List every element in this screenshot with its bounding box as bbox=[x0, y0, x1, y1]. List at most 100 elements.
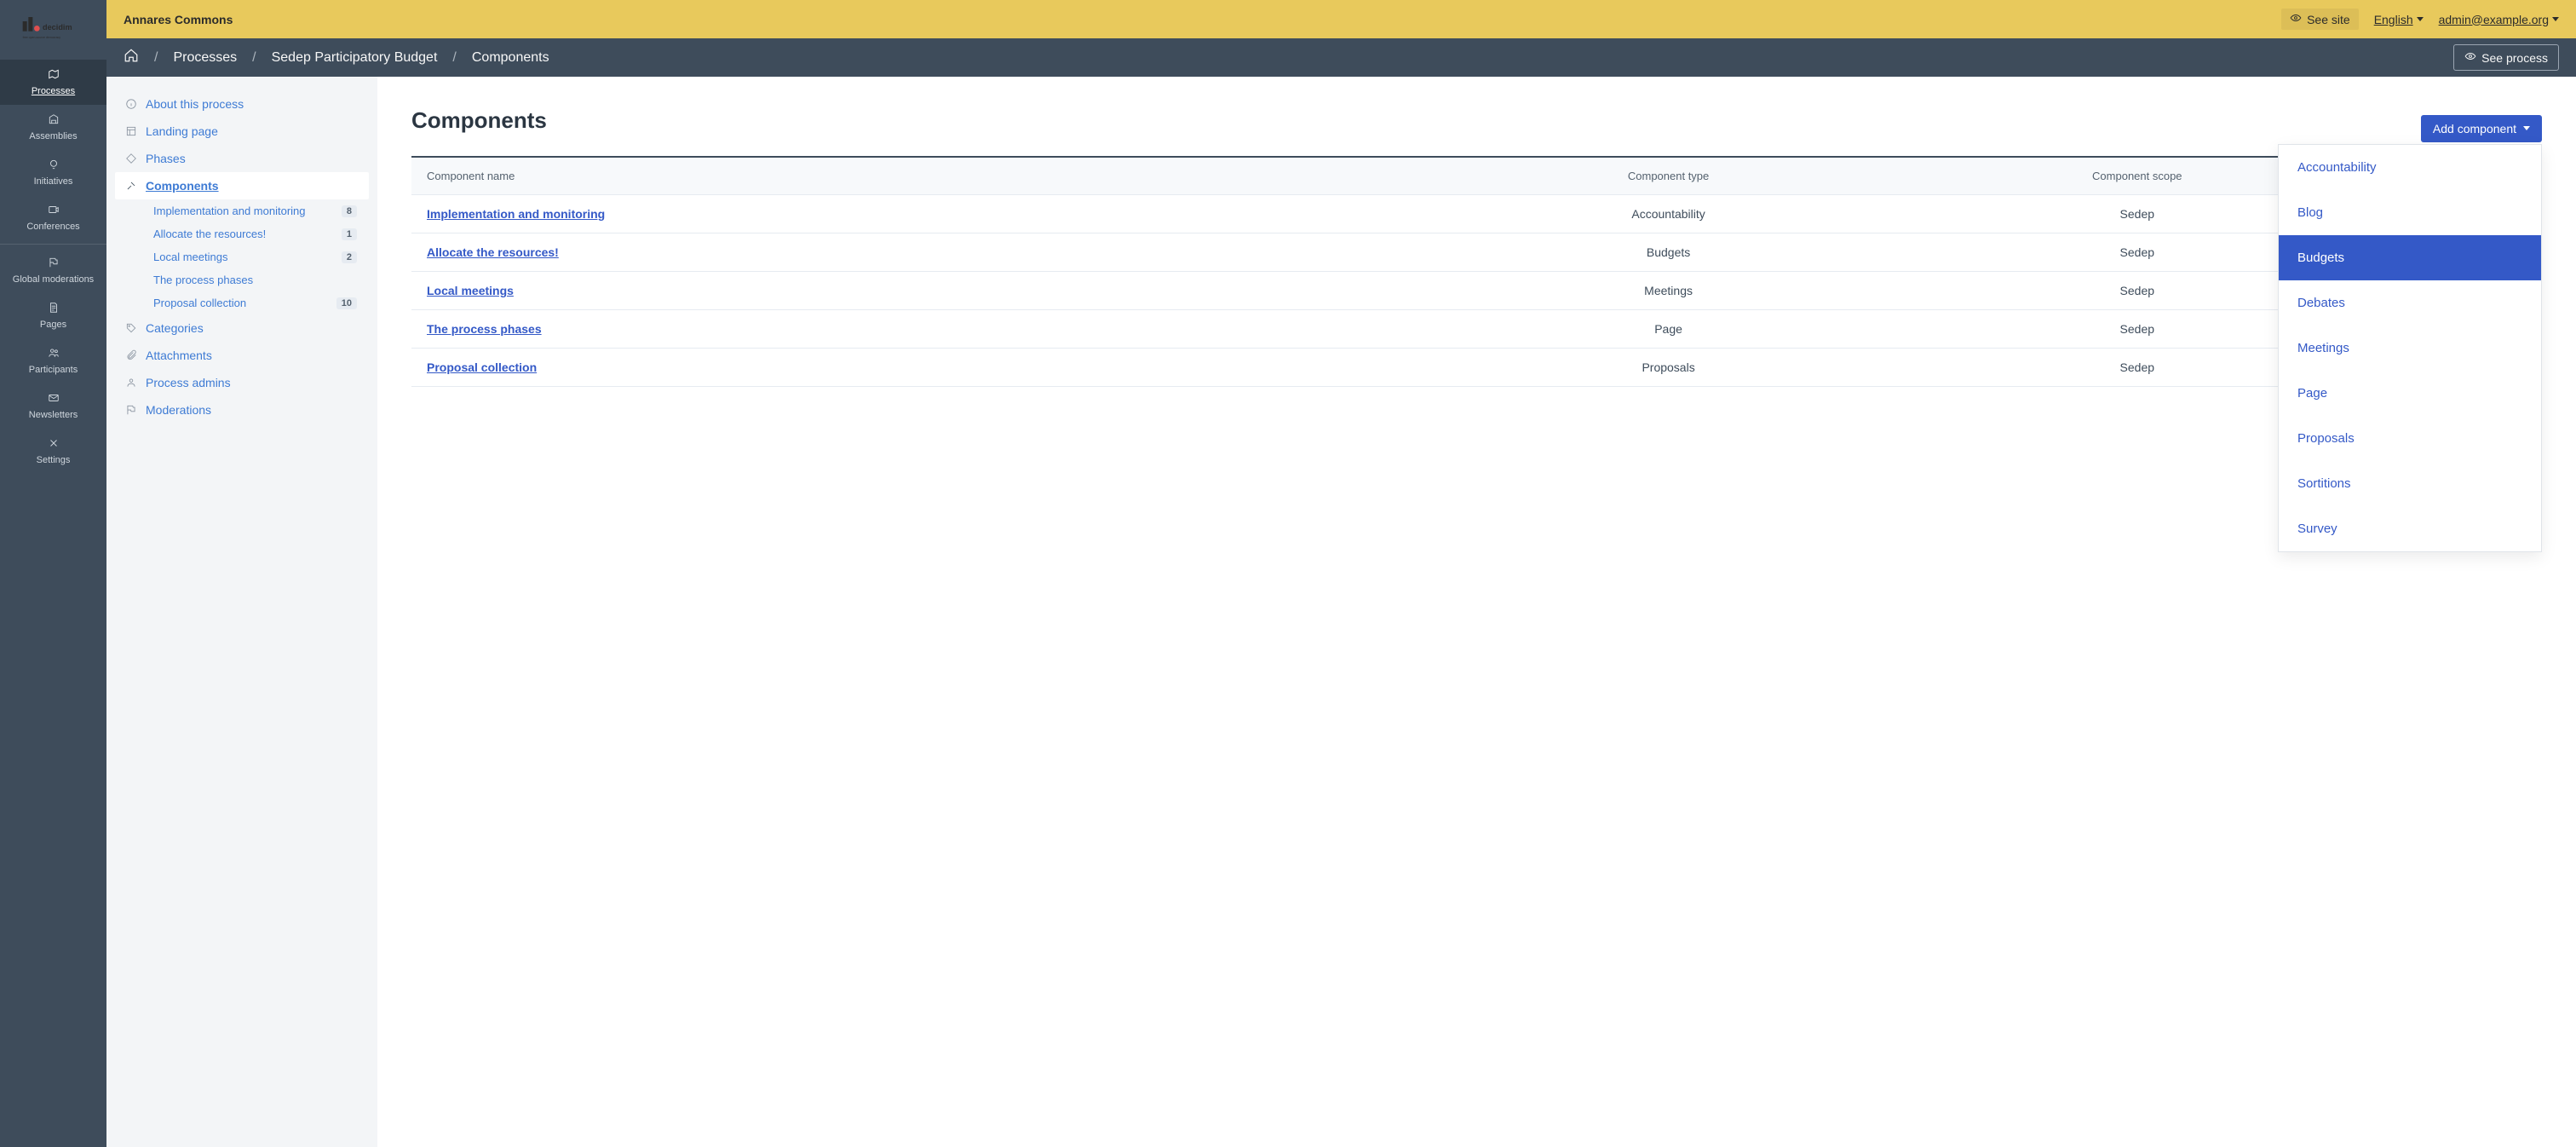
sidebar-label: Attachments bbox=[146, 349, 212, 362]
nav-global-moderations[interactable]: Global moderations bbox=[0, 248, 106, 293]
dropdown-survey[interactable]: Survey bbox=[2279, 506, 2541, 551]
breadcrumb-process-name[interactable]: Sedep Participatory Budget bbox=[272, 50, 438, 66]
sidebar-label: Components bbox=[146, 179, 219, 193]
svg-text:free open-source democracy: free open-source democracy bbox=[23, 36, 61, 39]
dropdown-accountability[interactable]: Accountability bbox=[2279, 145, 2541, 190]
table-row: Proposal collection Proposals Sedep bbox=[411, 349, 2542, 387]
sidebar-landing-page[interactable]: Landing page bbox=[115, 118, 369, 145]
user-menu[interactable]: admin@example.org bbox=[2439, 13, 2559, 26]
sidebar-components[interactable]: Components bbox=[115, 172, 369, 199]
nav-conferences[interactable]: Conferences bbox=[0, 195, 106, 240]
dropdown-debates[interactable]: Debates bbox=[2279, 280, 2541, 326]
nav-label: Settings bbox=[37, 455, 71, 465]
logo[interactable]: decidim free open-source democracy bbox=[0, 9, 106, 60]
puzzle-icon bbox=[125, 180, 137, 192]
sidebar-moderations[interactable]: Moderations bbox=[115, 396, 369, 424]
sidebar-label: Process admins bbox=[146, 376, 231, 389]
building-icon bbox=[48, 113, 60, 128]
sublink-label: Allocate the resources! bbox=[153, 228, 266, 240]
component-type: Page bbox=[1434, 310, 1902, 349]
sidebar-phases[interactable]: Phases bbox=[115, 145, 369, 172]
file-icon bbox=[48, 302, 60, 316]
see-site-button[interactable]: See site bbox=[2281, 9, 2359, 30]
sublink-implementation[interactable]: Implementation and monitoring 8 bbox=[128, 199, 369, 222]
nav-label: Assemblies bbox=[29, 131, 77, 141]
nav-initiatives[interactable]: Initiatives bbox=[0, 150, 106, 195]
nav-label: Pages bbox=[40, 320, 66, 330]
sidebar-label: Phases bbox=[146, 152, 186, 165]
dropdown-blog[interactable]: Blog bbox=[2279, 190, 2541, 235]
flag-icon bbox=[125, 404, 137, 416]
breadcrumb-sep: / bbox=[452, 50, 456, 66]
see-process-label: See process bbox=[2481, 51, 2548, 65]
breadcrumb-home[interactable] bbox=[124, 48, 139, 67]
breadcrumb: / Processes / Sedep Participatory Budget… bbox=[124, 48, 549, 67]
flag-icon bbox=[48, 256, 60, 271]
component-type: Accountability bbox=[1434, 195, 1902, 233]
component-link[interactable]: Local meetings bbox=[427, 284, 514, 297]
nav-assemblies[interactable]: Assemblies bbox=[0, 105, 106, 150]
chevron-down-icon bbox=[2523, 126, 2530, 130]
count-badge: 1 bbox=[342, 228, 357, 240]
nav-processes[interactable]: Processes bbox=[0, 60, 106, 105]
dropdown-page[interactable]: Page bbox=[2279, 371, 2541, 416]
see-process-button[interactable]: See process bbox=[2453, 44, 2559, 71]
site-title: Annares Commons bbox=[124, 13, 233, 26]
sublink-label: The process phases bbox=[153, 274, 253, 286]
sublink-process-phases[interactable]: The process phases bbox=[128, 268, 369, 291]
sidebar-attachments[interactable]: Attachments bbox=[115, 342, 369, 369]
process-sidebar: About this process Landing page Phases C… bbox=[106, 77, 377, 1147]
language-label: English bbox=[2374, 13, 2413, 26]
nav-newsletters[interactable]: Newsletters bbox=[0, 383, 106, 429]
breadcrumb-processes[interactable]: Processes bbox=[173, 50, 237, 66]
components-table: Component name Component type Component … bbox=[411, 156, 2542, 387]
component-type: Proposals bbox=[1434, 349, 1902, 387]
component-link[interactable]: Allocate the resources! bbox=[427, 245, 559, 259]
primary-nav: decidim free open-source democracy Proce… bbox=[0, 0, 106, 1147]
table-row: Allocate the resources! Budgets Sedep bbox=[411, 233, 2542, 272]
sublink-label: Proposal collection bbox=[153, 297, 246, 309]
count-badge: 2 bbox=[342, 251, 357, 263]
sidebar-about[interactable]: About this process bbox=[115, 90, 369, 118]
nav-settings[interactable]: Settings bbox=[0, 429, 106, 474]
sublink-proposal-collection[interactable]: Proposal collection 10 bbox=[128, 291, 369, 314]
user-icon bbox=[125, 377, 137, 389]
chevron-down-icon bbox=[2417, 17, 2424, 21]
add-component-button[interactable]: Add component bbox=[2421, 115, 2542, 142]
sublink-local-meetings[interactable]: Local meetings 2 bbox=[128, 245, 369, 268]
dropdown-budgets[interactable]: Budgets bbox=[2279, 235, 2541, 280]
nav-pages[interactable]: Pages bbox=[0, 293, 106, 338]
sidebar-categories[interactable]: Categories bbox=[115, 314, 369, 342]
content: About this process Landing page Phases C… bbox=[106, 77, 2576, 1147]
layout-icon bbox=[125, 125, 137, 137]
dropdown-meetings[interactable]: Meetings bbox=[2279, 326, 2541, 371]
th-name: Component name bbox=[411, 157, 1434, 195]
components-sublist: Implementation and monitoring 8 Allocate… bbox=[127, 199, 369, 314]
nav-label: Processes bbox=[32, 86, 75, 96]
eye-icon bbox=[2464, 50, 2476, 65]
sublink-allocate[interactable]: Allocate the resources! 1 bbox=[128, 222, 369, 245]
nav-label: Initiatives bbox=[34, 176, 73, 187]
page-title: Components bbox=[411, 107, 547, 134]
breadcrumb-bar: / Processes / Sedep Participatory Budget… bbox=[106, 38, 2576, 77]
diamond-icon bbox=[125, 153, 137, 164]
nav-label: Global moderations bbox=[13, 274, 94, 285]
breadcrumb-current[interactable]: Components bbox=[472, 50, 549, 66]
language-selector[interactable]: English bbox=[2374, 13, 2424, 26]
svg-text:decidim: decidim bbox=[43, 23, 72, 32]
table-row: Local meetings Meetings Sedep bbox=[411, 272, 2542, 310]
sidebar-process-admins[interactable]: Process admins bbox=[115, 369, 369, 396]
chevron-down-icon bbox=[2552, 17, 2559, 21]
th-type: Component type bbox=[1434, 157, 1902, 195]
component-link[interactable]: Proposal collection bbox=[427, 360, 537, 374]
component-link[interactable]: The process phases bbox=[427, 322, 542, 336]
nav-participants[interactable]: Participants bbox=[0, 338, 106, 383]
dropdown-proposals[interactable]: Proposals bbox=[2279, 416, 2541, 461]
component-type: Budgets bbox=[1434, 233, 1902, 272]
sidebar-label: About this process bbox=[146, 97, 244, 111]
dropdown-sortitions[interactable]: Sortitions bbox=[2279, 461, 2541, 506]
nav-label: Newsletters bbox=[29, 410, 78, 420]
component-link[interactable]: Implementation and monitoring bbox=[427, 207, 605, 221]
user-email-label: admin@example.org bbox=[2439, 13, 2549, 26]
sidebar-label: Moderations bbox=[146, 403, 211, 417]
